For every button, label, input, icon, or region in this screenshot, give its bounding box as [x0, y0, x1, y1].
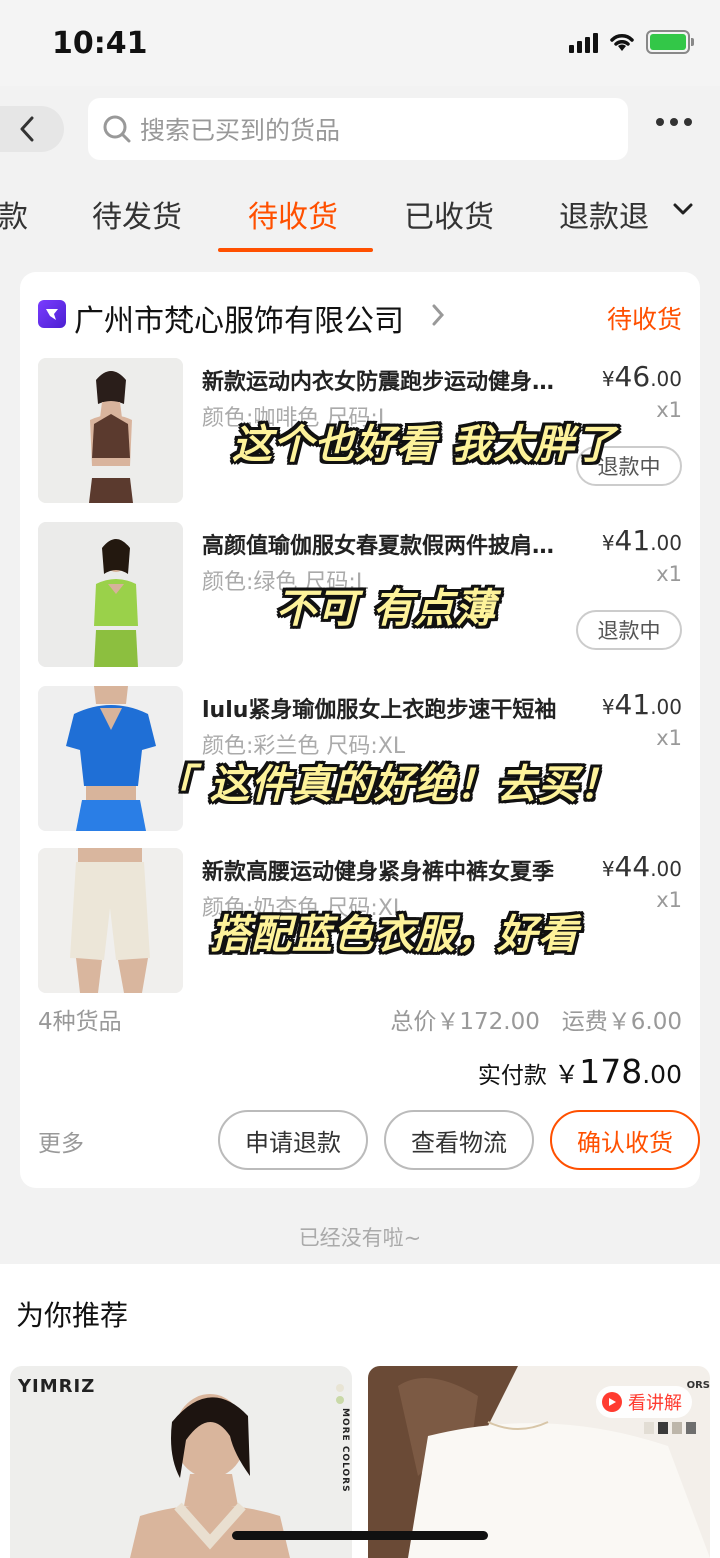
back-button[interactable]	[0, 106, 64, 152]
cellular-signal-icon	[569, 31, 598, 53]
chevron-right-icon	[432, 304, 445, 326]
caption-overlay: 这个也好看 我太胖了	[232, 422, 616, 468]
order-status: 待收货	[606, 305, 682, 334]
status-time: 10:41	[52, 26, 148, 61]
search-placeholder: 搜索已买到的货品	[140, 116, 341, 145]
product-quantity: x1	[656, 562, 682, 586]
apply-refund-button[interactable]: 申请退款	[218, 1110, 368, 1170]
shipping-fee: 运费￥6.00	[561, 1009, 682, 1035]
more-link[interactable]: 更多	[38, 1124, 84, 1158]
product-title: 高颜值瑜伽服女春夏款假两件披肩上衣	[202, 534, 572, 559]
recommend-title: 为你推荐	[16, 1299, 129, 1332]
product-price: ¥44.00	[601, 850, 682, 883]
more-colors-label: MORE COLORS	[340, 1408, 350, 1493]
recommend-section: 为你推荐 YIMRIZ MORE COLORS 看讲解 ORS	[0, 1264, 720, 1558]
end-of-list-text: 已经没有啦~	[298, 1226, 422, 1250]
recommend-card[interactable]: 看讲解 ORS	[368, 1366, 710, 1558]
caption-overlay: 「 这件真的好绝！去买！	[154, 762, 620, 808]
product-image	[38, 848, 183, 993]
back-arrow-icon	[20, 116, 34, 142]
order-tabs: 款 待发货 待收货 已收货 退款退	[0, 180, 720, 252]
search-row: 搜索已买到的货品	[0, 98, 720, 162]
product-price: ¥46.00	[601, 360, 682, 393]
tab-refund[interactable]: 退款退	[559, 192, 649, 236]
product-quantity: x1	[656, 888, 682, 912]
product-price: ¥41.00	[601, 524, 682, 557]
home-indicator[interactable]	[232, 1531, 488, 1540]
product-quantity: x1	[656, 398, 682, 422]
order-actions: 更多 申请退款 查看物流 确认收货	[38, 1110, 700, 1170]
recommend-card[interactable]: YIMRIZ MORE COLORS	[10, 1366, 352, 1558]
tab-to-receive[interactable]: 待收货	[248, 192, 338, 236]
product-price: ¥41.00	[601, 688, 682, 721]
more-options-icon[interactable]	[656, 118, 692, 126]
chevron-down-icon[interactable]	[672, 202, 694, 216]
status-icons	[569, 30, 694, 54]
product-image	[38, 522, 183, 667]
product-title: 新款运动内衣女防震跑步运动健身背心	[202, 370, 572, 395]
watch-explanation-badge[interactable]: 看讲解	[596, 1386, 692, 1418]
status-bar: 10:41	[0, 0, 720, 86]
shop-logo-icon	[38, 300, 66, 328]
order-totals: 总价￥172.00 运费￥6.00	[390, 1002, 682, 1036]
refund-status-button[interactable]: 退款中	[576, 610, 682, 650]
paid-amount: 实付款 ￥178.00	[477, 1052, 682, 1091]
product-title: 新款高腰运动健身紧身裤中裤女夏季	[202, 860, 555, 885]
caption-overlay: 不可 有点薄	[276, 586, 496, 632]
wifi-icon	[610, 34, 634, 51]
view-logistics-button[interactable]: 查看物流	[384, 1110, 534, 1170]
tab-active-indicator	[218, 248, 373, 252]
play-icon	[602, 1392, 622, 1412]
tab-partial[interactable]: 款	[0, 192, 28, 236]
shop-name: 广州市梵心服饰有限公司	[74, 304, 404, 339]
product-title: lulu紧身瑜伽服女上衣跑步速干短袖	[202, 698, 557, 723]
item-count: 4种货品	[38, 1009, 122, 1035]
brand-logo: YIMRIZ	[18, 1376, 96, 1397]
side-label: ORS	[686, 1380, 710, 1391]
tab-received[interactable]: 已收货	[404, 192, 494, 236]
shop-header[interactable]: 广州市梵心服饰有限公司 待收货	[38, 296, 682, 339]
search-icon	[103, 115, 131, 143]
search-input[interactable]: 搜索已买到的货品	[88, 98, 628, 160]
caption-overlay: 搭配蓝色衣服，好看	[210, 912, 579, 958]
tab-to-ship[interactable]: 待发货	[92, 192, 182, 236]
product-quantity: x1	[656, 726, 682, 750]
product-image	[38, 358, 183, 503]
confirm-receipt-button[interactable]: 确认收货	[550, 1110, 700, 1170]
battery-icon	[646, 30, 694, 54]
total-price: 总价￥172.00	[390, 1009, 540, 1035]
order-card: 广州市梵心服饰有限公司 待收货 新款运动内衣女防震跑步运动健身背心 颜色:咖啡色…	[20, 272, 700, 1188]
